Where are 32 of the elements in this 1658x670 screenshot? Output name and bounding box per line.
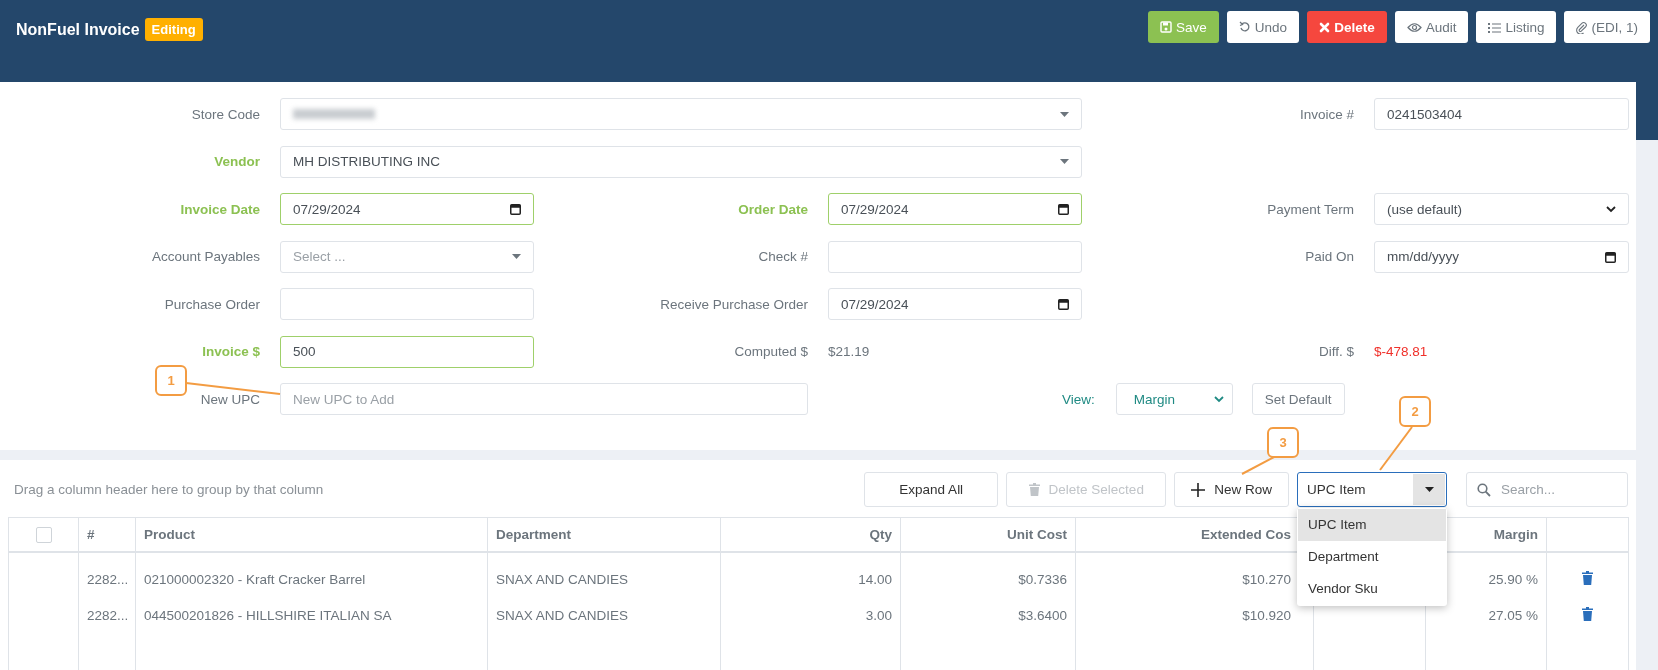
field-label: Receive Purchase Order [659, 296, 808, 312]
computed-value: $21.19 [828, 344, 871, 359]
table-cell: 021000002320 - Kraft Cracker Barrel [135, 552, 488, 595]
field-label: Purchase Order [163, 296, 260, 312]
field-label: Payment Term [1266, 201, 1354, 217]
computed-value: $-478.81 [1374, 344, 1429, 359]
group-hint: Drag a column header here to group by that column [14, 482, 324, 497]
table-cell: 3.00 [720, 595, 901, 631]
field-label: Diff. $ [1318, 344, 1354, 359]
field-label: Invoice $ [201, 344, 260, 359]
view-label: View: [1062, 391, 1095, 407]
table-cell: SNAX AND CANDIES [487, 595, 721, 631]
field-label: Invoice Date [179, 201, 260, 217]
table-cell: 27.05 % [1425, 595, 1547, 631]
table-cell: 2282... [78, 552, 136, 595]
table-cell: $0.7336 [900, 552, 1076, 595]
table-cell: $10.920 [1075, 595, 1314, 631]
status-badge: Editing [144, 18, 203, 41]
table-cell: 2282... [78, 595, 136, 631]
field-label: Computed $ [733, 344, 808, 359]
field-label: Account Payables [150, 249, 260, 264]
page-title: NonFuel Invoice [16, 20, 140, 39]
field-label: Invoice # [1298, 106, 1354, 122]
table-cell: SNAX AND CANDIES [487, 552, 721, 595]
field-label: Order Date [737, 201, 808, 217]
table-cell: $3.6400 [900, 595, 1076, 631]
field-label: Vendor [213, 154, 260, 169]
table-cell: 044500201826 - HILLSHIRE ITALIAN SA [135, 595, 488, 631]
field-label: Check # [757, 249, 808, 264]
field-label: Store Code [190, 106, 260, 122]
field-label: Paid On [1304, 249, 1354, 264]
table-cell: 14.00 [720, 552, 901, 595]
